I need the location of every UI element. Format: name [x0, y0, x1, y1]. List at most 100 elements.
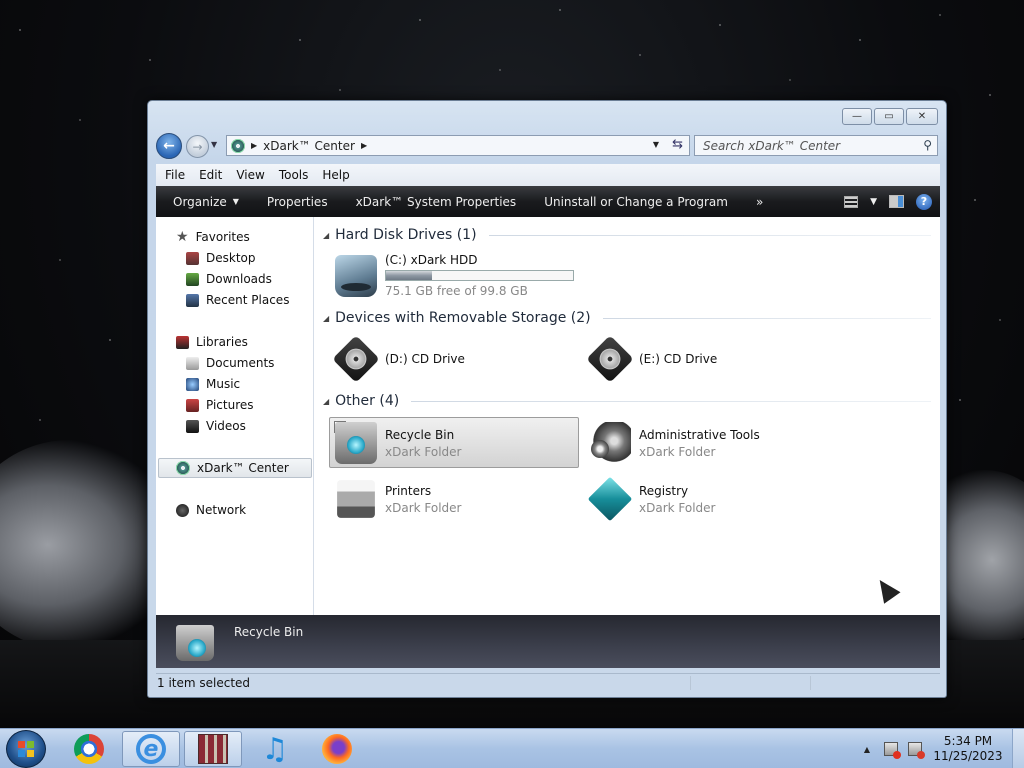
nav-documents-label: Documents: [206, 356, 275, 370]
navigation-row: ← → ▼ ▶ xDark™ Center ▶ ▼ ⇆ Search xDark…: [156, 133, 938, 159]
music-icon: [186, 377, 199, 391]
windows-logo-icon: [18, 741, 34, 757]
menu-help[interactable]: Help: [322, 168, 349, 182]
drive-d-name: (D:) CD Drive: [385, 352, 465, 366]
group-header-hdd[interactable]: ◢ Hard Disk Drives (1): [323, 227, 931, 243]
back-arrow-icon: ←: [163, 138, 175, 154]
taskbar-internet-explorer[interactable]: e: [122, 731, 180, 767]
start-button[interactable]: [6, 730, 46, 768]
breadcrumb-chevron-icon[interactable]: ▶: [361, 141, 367, 150]
nav-xdark-center[interactable]: xDark™ Center: [176, 459, 289, 477]
collapse-triangle-icon[interactable]: ◢: [323, 397, 329, 406]
network-status-icon[interactable]: [908, 742, 925, 759]
administrative-tools-text: Administrative Tools xDark Folder: [639, 428, 760, 459]
xdark-center-icon: [176, 461, 190, 475]
drive-c-tile[interactable]: (C:) xDark HDD 75.1 GB free of 99.8 GB: [335, 253, 574, 298]
menu-file[interactable]: File: [165, 168, 185, 182]
drive-d-tile[interactable]: (D:) CD Drive: [332, 335, 465, 383]
menu-tools[interactable]: Tools: [279, 168, 309, 182]
nav-pictures-label: Pictures: [206, 398, 254, 412]
printer-icon: [337, 480, 375, 518]
printers-text: Printers xDark Folder: [385, 484, 461, 515]
address-bar[interactable]: ▶ xDark™ Center ▶ ▼ ⇆: [226, 135, 690, 156]
menu-edit[interactable]: Edit: [199, 168, 222, 182]
recycle-bin-icon: [335, 422, 377, 464]
forward-button[interactable]: →: [186, 135, 209, 158]
details-selected-name: Recycle Bin: [234, 625, 304, 639]
group-divider: [411, 400, 931, 402]
nav-downloads[interactable]: Downloads: [186, 270, 272, 288]
nav-favorites[interactable]: ★ Favorites: [176, 228, 250, 246]
group-header-removable[interactable]: ◢ Devices with Removable Storage (2): [323, 310, 931, 326]
search-icon[interactable]: ⚲: [923, 138, 932, 152]
taskbar-firefox[interactable]: [308, 731, 366, 767]
system-properties-button[interactable]: xDark™ System Properties: [342, 186, 531, 217]
action-center-icon[interactable]: [884, 742, 901, 759]
xdark-center-icon: [231, 138, 245, 153]
drive-c-name: (C:) xDark HDD: [385, 253, 478, 267]
collapse-triangle-icon[interactable]: ◢: [323, 314, 329, 323]
taskbar-archive-app[interactable]: [184, 731, 242, 767]
registry-icon: [587, 476, 633, 522]
drive-usage-bar: [385, 270, 574, 281]
chrome-icon: [74, 734, 104, 764]
hard-drive-icon: [335, 254, 377, 297]
taskbar-chrome[interactable]: [60, 731, 118, 767]
printers-tile[interactable]: Printers xDark Folder: [335, 478, 461, 520]
preview-pane-icon[interactable]: [889, 195, 904, 208]
nav-downloads-label: Downloads: [206, 272, 272, 286]
uninstall-program-button[interactable]: Uninstall or Change a Program: [530, 186, 742, 217]
change-view-icon[interactable]: [844, 195, 859, 208]
group-header-other[interactable]: ◢ Other (4): [323, 393, 931, 409]
nav-recent-places[interactable]: Recent Places: [186, 291, 289, 309]
nav-recent-label: Recent Places: [206, 293, 290, 307]
internet-explorer-icon: e: [136, 734, 166, 764]
breadcrumb-item[interactable]: xDark™ Center: [263, 139, 355, 153]
menu-view[interactable]: View: [236, 168, 264, 182]
nav-videos-label: Videos: [206, 419, 246, 433]
drive-d-text: (D:) CD Drive: [385, 352, 465, 366]
nav-desktop[interactable]: Desktop: [186, 249, 256, 267]
nav-pictures[interactable]: Pictures: [186, 396, 254, 414]
group-other-title: Other (4): [335, 393, 400, 409]
collapse-triangle-icon[interactable]: ◢: [323, 231, 329, 240]
nav-network-label: Network: [196, 503, 247, 517]
taskbar-music-player[interactable]: ♫: [246, 731, 304, 767]
organize-button[interactable]: Organize ▼: [156, 186, 253, 217]
nav-music[interactable]: Music: [186, 375, 240, 393]
minimize-button[interactable]: —: [842, 108, 872, 125]
recent-pages-dropdown-icon[interactable]: ▼: [211, 140, 217, 149]
show-hidden-icons-icon[interactable]: ▲: [864, 745, 870, 754]
registry-tile[interactable]: Registry xDark Folder: [587, 476, 715, 522]
recycle-bin-tile[interactable]: Recycle Bin xDark Folder: [335, 422, 461, 464]
nav-libraries[interactable]: Libraries: [176, 333, 248, 351]
drive-usage-fill: [386, 271, 433, 280]
address-dropdown-icon[interactable]: ▼: [653, 140, 659, 149]
more-commands-button[interactable]: »: [742, 186, 777, 217]
search-input[interactable]: Search xDark™ Center ⚲: [694, 135, 938, 156]
cd-drive-icon: [586, 335, 634, 383]
group-divider: [488, 234, 931, 236]
show-desktop-button[interactable]: [1012, 729, 1024, 768]
nav-network[interactable]: Network: [176, 501, 246, 519]
administrative-tools-tile[interactable]: Administrative Tools xDark Folder: [589, 422, 760, 464]
help-icon[interactable]: ?: [916, 193, 932, 210]
clock[interactable]: 5:34 PM 11/25/2023: [932, 734, 1004, 764]
command-bar: Organize ▼ Properties xDark™ System Prop…: [156, 186, 940, 217]
properties-button[interactable]: Properties: [253, 186, 342, 217]
nav-favorites-label: Favorites: [195, 230, 250, 244]
nav-computer-label: xDark™ Center: [197, 461, 289, 475]
nav-videos[interactable]: Videos: [186, 417, 246, 435]
breadcrumb-chevron-icon[interactable]: ▶: [251, 141, 257, 150]
close-button[interactable]: ✕: [906, 108, 938, 125]
drive-c-text: (C:) xDark HDD 75.1 GB free of 99.8 GB: [385, 253, 574, 298]
nav-libraries-label: Libraries: [196, 335, 248, 349]
maximize-button[interactable]: ▭: [874, 108, 904, 125]
view-options-chevron-icon[interactable]: ▼: [870, 197, 877, 207]
back-button[interactable]: ←: [156, 133, 182, 159]
refresh-icon[interactable]: ⇆: [672, 137, 683, 152]
drive-e-tile[interactable]: (E:) CD Drive: [586, 335, 717, 383]
nav-documents[interactable]: Documents: [186, 354, 274, 372]
details-pane: Recycle Bin: [156, 615, 940, 668]
properties-label: Properties: [266, 194, 328, 209]
